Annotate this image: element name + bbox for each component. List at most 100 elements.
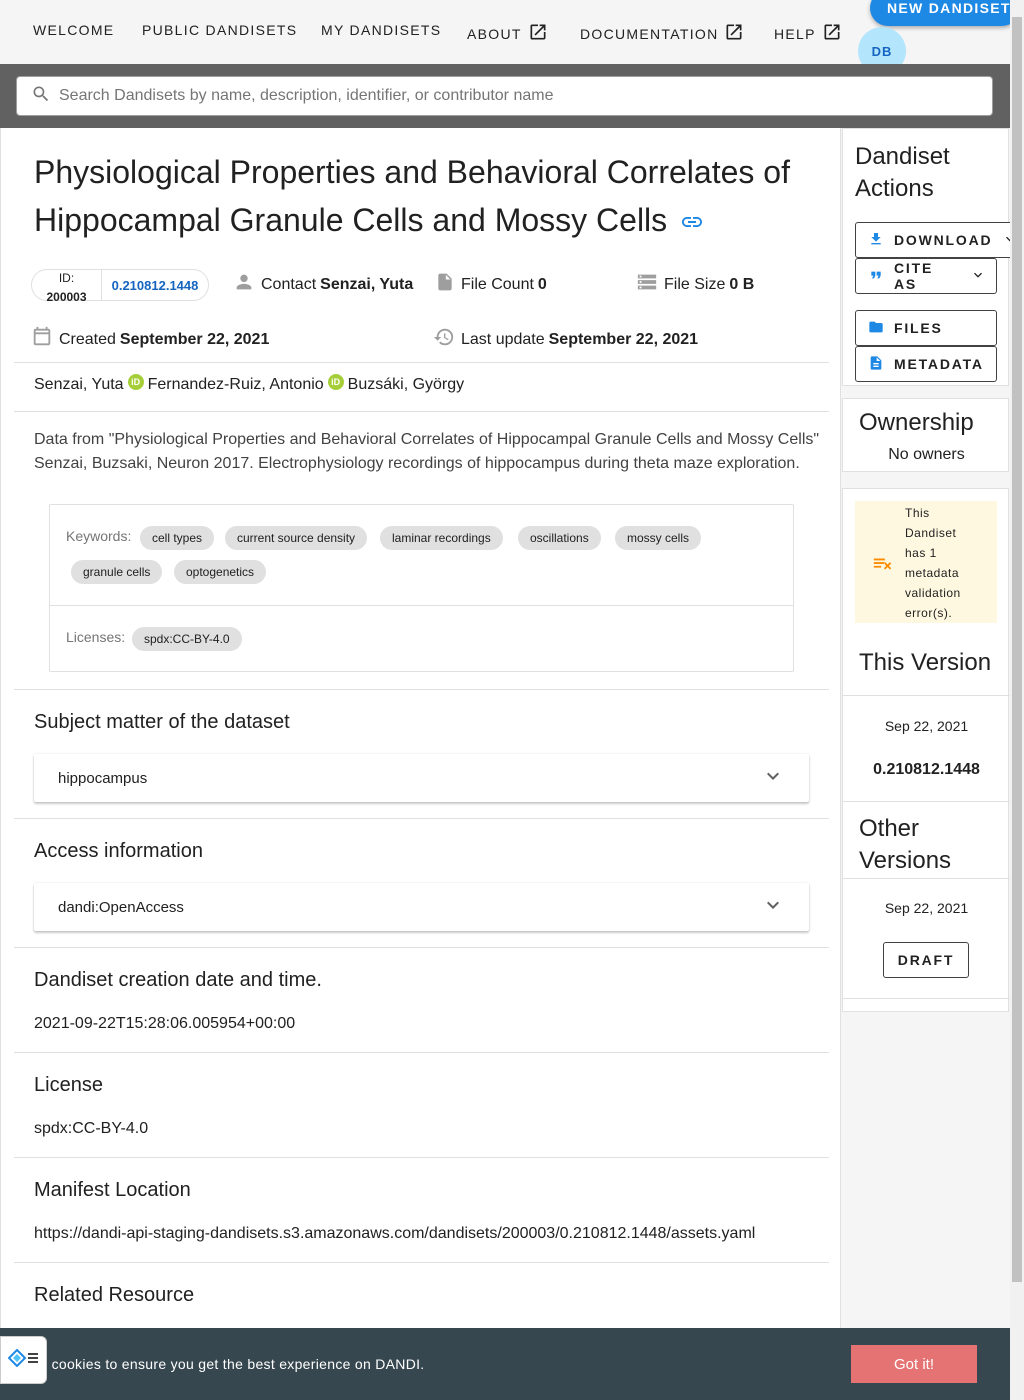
validation-line: has 1 xyxy=(905,546,937,560)
file-count-label: File Count xyxy=(461,275,534,293)
link-icon[interactable] xyxy=(680,199,704,247)
dandiset-main-card: Physiological Properties and Behavioral … xyxy=(0,128,841,1400)
accessibility-widget[interactable] xyxy=(0,1336,47,1384)
related-section-title: Related Resource xyxy=(34,1284,195,1306)
nav-my-dandisets-label: MY DANDISETS xyxy=(321,22,442,38)
file-size: File Size 0 B xyxy=(636,271,754,298)
this-version-title: This Version xyxy=(859,649,992,676)
orcid-icon[interactable]: iD xyxy=(327,374,344,390)
actions-title-line: Actions xyxy=(855,175,934,202)
nav-welcome[interactable]: WELCOME xyxy=(33,22,114,38)
contact-value: Senzai, Yuta xyxy=(320,275,414,293)
nav-my-dandisets[interactable]: MY DANDISETS xyxy=(321,22,441,38)
created-label: Created xyxy=(59,330,116,348)
keyword-chip: laminar recordings xyxy=(380,526,503,550)
ownership-card: Ownership No owners xyxy=(842,398,1009,472)
file-size-label: File Size xyxy=(664,275,726,293)
author[interactable]: Fernandez-Ruiz, Antonio xyxy=(148,376,324,394)
other-versions-title-line: Versions xyxy=(859,847,952,874)
file-count: File Count 0 xyxy=(435,271,547,298)
search-input[interactable] xyxy=(59,87,959,105)
metadata-button[interactable]: METADATA xyxy=(855,346,997,382)
download-label: DOWNLOAD xyxy=(894,232,993,248)
chevron-down-icon[interactable] xyxy=(761,893,785,921)
divider xyxy=(843,878,1010,879)
file-count-value: 0 xyxy=(537,275,547,293)
nav-public-dandisets-label: PUBLIC DANDISETS xyxy=(142,22,298,38)
download-button[interactable]: DOWNLOAD xyxy=(855,222,1015,258)
orcid-icon[interactable]: iD xyxy=(127,374,144,390)
created: Created September 22, 2021 xyxy=(31,326,269,353)
licenses-label: Licenses: xyxy=(66,629,126,645)
metadata-label: METADATA xyxy=(894,356,984,372)
search-band xyxy=(0,64,1010,128)
subject-section-title: Subject matter of the dataset xyxy=(34,711,290,733)
id-value: 200003 xyxy=(46,290,87,304)
files-label: FILES xyxy=(894,320,943,336)
draft-version-button[interactable]: DRAFT xyxy=(883,942,969,978)
widget-logo-icon xyxy=(7,1348,40,1372)
this-version-date: Sep 22, 2021 xyxy=(884,718,969,734)
top-nav: WELCOME PUBLIC DANDISETS MY DANDISETS AB… xyxy=(0,0,1020,75)
author[interactable]: Senzai, Yuta xyxy=(34,376,124,394)
manifest-value: https://dandi-api-staging-dandisets.s3.a… xyxy=(34,1225,756,1242)
nav-help[interactable]: HELP xyxy=(774,22,842,45)
subject-expansion-panel[interactable]: hippocampus xyxy=(34,754,809,802)
validation-line: validation xyxy=(905,586,961,600)
nav-documentation-label: DOCUMENTATION xyxy=(580,25,719,42)
validation-line: error(s). xyxy=(905,606,953,620)
actions-title: Dandiset Actions xyxy=(855,141,950,205)
keyword-chip: granule cells xyxy=(71,560,163,584)
nav-help-label: HELP xyxy=(774,25,816,42)
chevron-down-icon[interactable] xyxy=(761,764,785,792)
nav-public-dandisets[interactable]: PUBLIC DANDISETS xyxy=(142,22,297,38)
history-icon xyxy=(433,326,461,353)
description-line: Senzai, Buzsaki, Neuron 2017. Electrophy… xyxy=(34,455,800,472)
this-version-value[interactable]: 0.210812.1448 xyxy=(843,761,1010,779)
cookie-text: se cookies to ensure you get the best ex… xyxy=(32,1356,425,1372)
dandiset-id: ID: 200003 xyxy=(32,269,102,304)
divider xyxy=(843,801,1010,802)
author[interactable]: Buzsáki, György xyxy=(348,376,464,394)
nav-welcome-label: WELCOME xyxy=(33,22,115,38)
open-in-new-icon xyxy=(528,22,548,45)
versions-card: This Dandiset has 1 metadata validation … xyxy=(842,488,1010,1012)
description-line: Data from "Physiological Properties and … xyxy=(34,431,820,448)
manifest-section-title: Manifest Location xyxy=(34,1179,191,1201)
validation-text: This Dandiset has 1 metadata validation … xyxy=(905,503,985,623)
calendar-icon xyxy=(31,326,59,353)
cite-as-button[interactable]: CITE AS xyxy=(855,258,997,294)
storage-icon xyxy=(636,271,664,298)
divider xyxy=(14,947,829,948)
access-expansion-panel[interactable]: dandi:OpenAccess xyxy=(34,883,809,931)
new-dandiset-button[interactable]: NEW DANDISET xyxy=(870,0,1020,26)
last-update: Last update September 22, 2021 xyxy=(433,326,698,353)
cookie-accept-button[interactable]: Got it! xyxy=(851,1345,977,1383)
dandiset-description: Data from "Physiological Properties and … xyxy=(34,428,824,476)
scrollbar[interactable] xyxy=(1010,0,1024,1400)
access-value: dandi:OpenAccess xyxy=(58,898,184,916)
subject-value: hippocampus xyxy=(58,769,148,787)
chevron-down-icon xyxy=(970,267,996,286)
divider xyxy=(14,362,829,363)
nav-documentation[interactable]: DOCUMENTATION xyxy=(580,22,744,45)
nav-about[interactable]: ABOUT xyxy=(467,22,548,45)
id-label: ID: xyxy=(58,271,75,285)
actions-title-line: Dandiset xyxy=(855,143,950,170)
authors-list: Senzai, Yuta iD Fernandez-Ruiz, Antonio … xyxy=(34,374,464,394)
files-button[interactable]: FILES xyxy=(855,310,997,346)
validation-line: This xyxy=(905,506,930,520)
keyword-chip: current source density xyxy=(225,526,368,550)
divider xyxy=(843,998,1010,999)
license-value: spdx:CC-BY-4.0 xyxy=(34,1120,149,1137)
open-in-new-icon xyxy=(724,22,744,45)
owners-value: No owners xyxy=(888,446,965,463)
nav-about-label: ABOUT xyxy=(467,25,522,42)
keywords-label: Keywords: xyxy=(66,528,132,544)
search-box xyxy=(16,76,993,116)
scrollbar-thumb[interactable] xyxy=(1012,17,1022,1282)
keywords-card: Keywords: cell types current source dens… xyxy=(49,504,794,672)
side-panel: Dandiset Actions DOWNLOAD CITE AS FILES … xyxy=(841,128,1015,1400)
validation-warning[interactable]: This Dandiset has 1 metadata validation … xyxy=(855,501,997,623)
creation-value: 2021-09-22T15:28:06.005954+00:00 xyxy=(34,1015,296,1032)
